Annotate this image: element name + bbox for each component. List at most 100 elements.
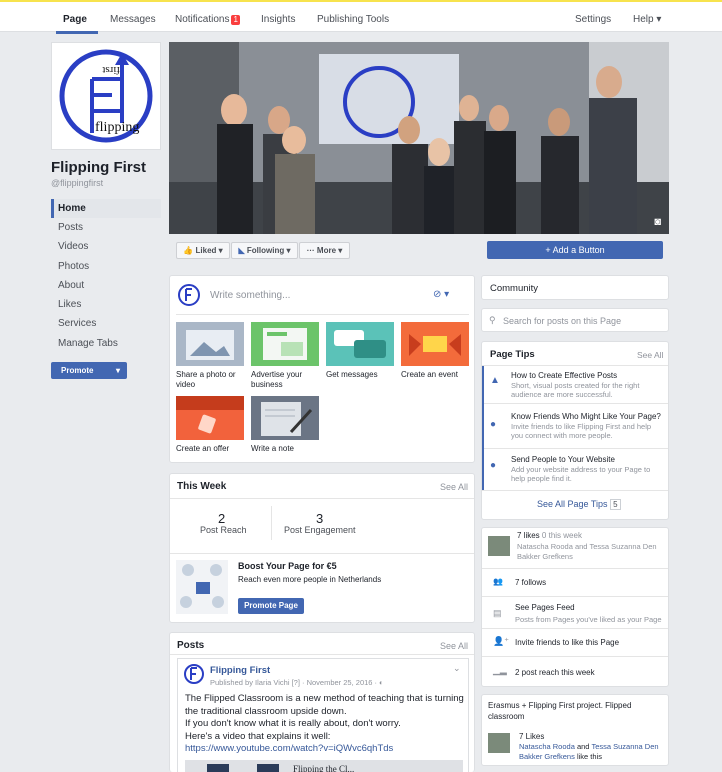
promote-label: Promote: [61, 366, 94, 375]
page-name: Flipping First: [51, 159, 146, 176]
boost-illustration-icon: [176, 560, 228, 614]
pages-feed-link[interactable]: See Pages Feed: [515, 603, 575, 612]
liked-button[interactable]: 👍 Liked ▾: [176, 242, 230, 259]
sidebar-item-likes[interactable]: Likes: [51, 295, 161, 314]
cover-photo[interactable]: ◙: [169, 42, 669, 234]
tab-page[interactable]: Page: [63, 14, 87, 25]
people-icon: 👥: [493, 577, 503, 586]
tip-title[interactable]: Know Friends Who Might Like Your Page?: [511, 412, 661, 421]
tips-count-badge: 5: [610, 499, 621, 510]
help-menu[interactable]: Help ▾: [633, 14, 661, 25]
create-event-tile[interactable]: [401, 322, 469, 366]
create-event-label: Create an event: [401, 370, 458, 379]
promote-page-button[interactable]: Promote Page: [238, 598, 304, 614]
event-icon: [409, 334, 461, 356]
add-friend-icon: 👤⁺: [493, 636, 509, 646]
community-card[interactable]: Community: [481, 275, 669, 300]
sidebar-item-about[interactable]: About: [51, 276, 161, 295]
write-note-tile[interactable]: [251, 396, 319, 440]
triangle-icon: ▲: [490, 375, 500, 386]
tab-insights[interactable]: Insights: [261, 14, 295, 25]
sidebar-item-posts[interactable]: Posts: [51, 218, 161, 237]
follows-count: 7 follows: [515, 578, 547, 587]
tab-notifications-label: Notifications: [175, 14, 230, 25]
liker-and: and: [574, 542, 588, 551]
tip-title[interactable]: How to Create Effective Posts: [511, 371, 617, 380]
thumbs-up-icon: 👍: [183, 246, 194, 255]
post-reach-this-week: 2 post reach this week: [515, 668, 595, 677]
stat-divider: [271, 506, 272, 540]
invite-friends-link[interactable]: Invite friends to like this Page: [515, 638, 619, 647]
cover-photo-image: [169, 42, 669, 234]
advertise-icon: [263, 328, 307, 360]
logo-wordmark: flipping: [95, 120, 139, 135]
post-body-line: If you don't know what it is really abou…: [185, 718, 401, 729]
create-offer-tile[interactable]: [176, 396, 244, 440]
this-week-title: This Week: [177, 481, 227, 492]
likers-text: Natascha Rooda and Tessa Suzanna Den Bak…: [517, 542, 665, 562]
tip-description: Invite friends to like Flipping First an…: [511, 422, 652, 440]
logo-wordmark-inverted: first: [102, 64, 120, 76]
bar-chart-icon: ▁▂: [493, 665, 507, 675]
post-item: Flipping First Published by Ilaria Vichi…: [177, 658, 469, 772]
settings-link[interactable]: Settings: [575, 14, 611, 25]
boost-title: Boost Your Page for €5: [238, 561, 337, 571]
tips-accent-bar: [482, 366, 484, 490]
likers-thumbnail: [488, 536, 510, 556]
liked-label: Liked ▾: [195, 246, 223, 255]
flipping-first-logo: flipping first: [59, 49, 153, 143]
location-pin-icon: ●: [490, 460, 497, 471]
page-profile-picture[interactable]: flipping first: [51, 42, 161, 150]
search-posts-input[interactable]: Search for posts on this Page: [503, 316, 621, 326]
post-author-avatar[interactable]: [183, 663, 205, 685]
page-tips-see-all[interactable]: See All: [637, 350, 663, 360]
sidebar-item-manage-tabs[interactable]: Manage Tabs: [51, 334, 161, 353]
search-posts-box[interactable]: ⚲ Search for posts on this Page: [481, 308, 669, 332]
photo-icon: [186, 330, 234, 360]
tip-title[interactable]: Send People to Your Website: [511, 455, 615, 464]
promote-button[interactable]: Promote ▾: [51, 362, 127, 379]
sidebar-item-services[interactable]: Services: [51, 314, 161, 333]
more-button[interactable]: ··· More ▾: [299, 242, 350, 259]
camera-icon[interactable]: ◙: [654, 216, 661, 228]
link-preview[interactable]: Flipping the Cl...: [185, 760, 463, 772]
this-week-card: This Week See All 2 Post Reach 3 Post En…: [169, 473, 475, 623]
share-photo-tile[interactable]: [176, 322, 244, 366]
tab-messages[interactable]: Messages: [110, 14, 156, 25]
boost-description: Reach even more people in Netherlands: [238, 575, 382, 584]
preview-title: Flipping the Cl...: [293, 764, 355, 772]
likes-count: 7 likes 0 this week: [517, 531, 582, 540]
featured-post-card[interactable]: Erasmus + Flipping First project. Flippe…: [481, 694, 669, 766]
sidebar-item-photos[interactable]: Photos: [51, 257, 161, 276]
get-messages-tile[interactable]: [326, 322, 394, 366]
tab-publishing-tools[interactable]: Publishing Tools: [317, 14, 389, 25]
likes-this-week: 0 this week: [541, 531, 582, 540]
preview-thumbnail: [257, 764, 279, 772]
advertise-label: Advertise your business: [251, 370, 303, 389]
liker-name-1[interactable]: Natascha Rooda: [517, 542, 573, 551]
featured-liker-1[interactable]: Natascha Rooda: [519, 742, 575, 751]
pages-feed-desc: Posts from Pages you've liked as your Pa…: [515, 615, 662, 624]
post-link[interactable]: https://www.youtube.com/watch?v=iQWvc6qh…: [185, 743, 470, 756]
page-tips-title: Page Tips: [490, 349, 535, 360]
post-meta: Published by Ilaria Vichi [?] · November…: [210, 678, 384, 687]
create-offer-label: Create an offer: [176, 444, 230, 453]
likes-total: 7 likes: [517, 531, 540, 540]
post-author[interactable]: Flipping First: [210, 665, 270, 676]
see-all-page-tips-link[interactable]: See All Page Tips 5: [537, 499, 621, 510]
posts-see-all[interactable]: See All: [440, 641, 468, 651]
see-all-tips-label: See All Page Tips: [537, 499, 608, 509]
sidebar-item-home[interactable]: Home: [51, 199, 161, 218]
post-options-chevron-icon[interactable]: ⌄: [453, 663, 461, 674]
active-tab-indicator: [56, 31, 98, 34]
location-pin-icon: ●: [490, 419, 497, 430]
add-a-button[interactable]: + Add a Button: [487, 241, 663, 259]
tab-notifications[interactable]: Notifications 1: [175, 14, 240, 25]
sidebar-item-videos[interactable]: Videos: [51, 237, 161, 256]
composer-input[interactable]: Write something...: [210, 290, 290, 301]
this-week-see-all[interactable]: See All: [440, 482, 468, 492]
chevron-down-icon: ▾: [115, 366, 120, 375]
advertise-tile[interactable]: [251, 322, 319, 366]
audience-selector-icon[interactable]: ⊘ ▾: [433, 289, 449, 300]
following-button[interactable]: ◣ Following ▾: [231, 242, 298, 259]
